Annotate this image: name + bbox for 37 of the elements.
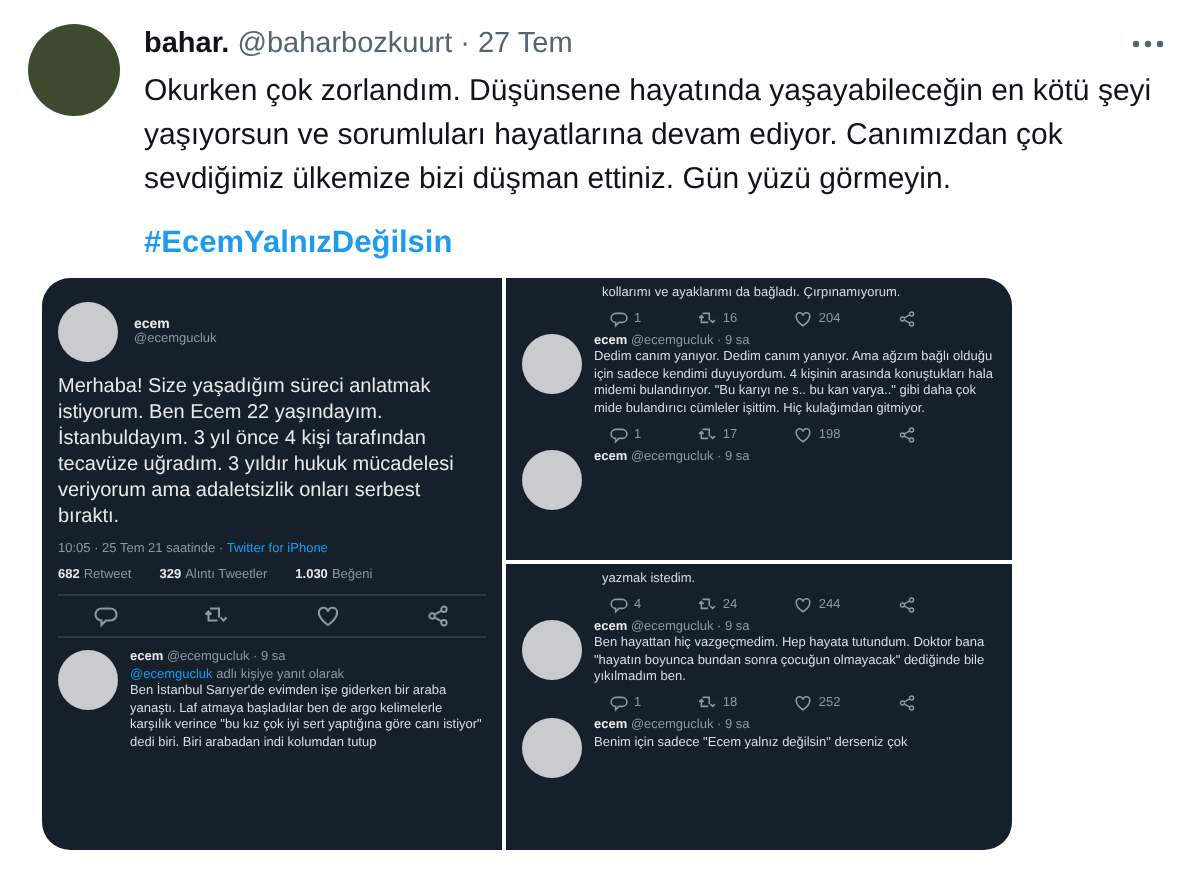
share-icon <box>897 425 916 444</box>
avatar <box>58 302 118 362</box>
retweet-icon <box>204 604 229 628</box>
tweet-screenshot[interactable] <box>42 278 502 850</box>
tweet-text: Okurken çok zorlandım. Düşünsene hayatında yaşayabileceğin en kötü şeyi yaşıyorsun ve sorumluları hayatlarına devam ediyor. Canımızdan çok sevdiğimiz ülkemize bizi düşman ettiniz. Gün yüzü görmeyin. <box>144 72 1154 200</box>
more-icon[interactable] <box>1132 40 1164 48</box>
heart-icon <box>794 693 813 712</box>
reply-icon <box>610 595 628 614</box>
tweet-screenshot[interactable] <box>506 564 1012 850</box>
heart-icon <box>794 309 813 328</box>
share-icon <box>897 309 916 328</box>
tweet-date: 27 Tem <box>477 28 573 60</box>
retweet-icon <box>698 309 717 328</box>
share-icon <box>897 595 916 614</box>
reply-icon <box>94 604 118 628</box>
share-icon <box>897 693 916 712</box>
separator-dot: · <box>460 28 470 60</box>
tweet-text: Merhaba! Size yaşadığım süreci anlatmak istiyorum. Ben Ecem 22 yaşındayım. İstanbuldayım. 3 yıl önce 4 kişi tarafından tecavüze uğradım. 3 yıldır hukuk mücadelesi veriyorum ama adaletsizlik onları serbest bıraktı. <box>58 374 456 530</box>
tweet-screenshot[interactable] <box>506 278 1012 560</box>
heart-icon <box>315 604 340 628</box>
reply-icon <box>610 425 628 444</box>
avatar <box>522 333 582 394</box>
heart-icon <box>794 425 813 444</box>
reply-icon <box>610 309 628 328</box>
avatar <box>522 717 582 778</box>
retweet-icon <box>698 425 717 444</box>
avatar <box>522 619 582 680</box>
heart-icon <box>794 595 813 614</box>
avatar <box>58 650 118 710</box>
avatar-photo <box>28 24 120 116</box>
author-name[interactable]: bahar. <box>144 28 230 60</box>
retweet-icon <box>698 595 717 614</box>
avatar <box>522 449 582 510</box>
retweet-icon <box>698 693 717 712</box>
reply-icon <box>610 693 628 712</box>
share-icon <box>425 604 450 628</box>
author-handle: @baharbozkuurt <box>237 28 453 60</box>
